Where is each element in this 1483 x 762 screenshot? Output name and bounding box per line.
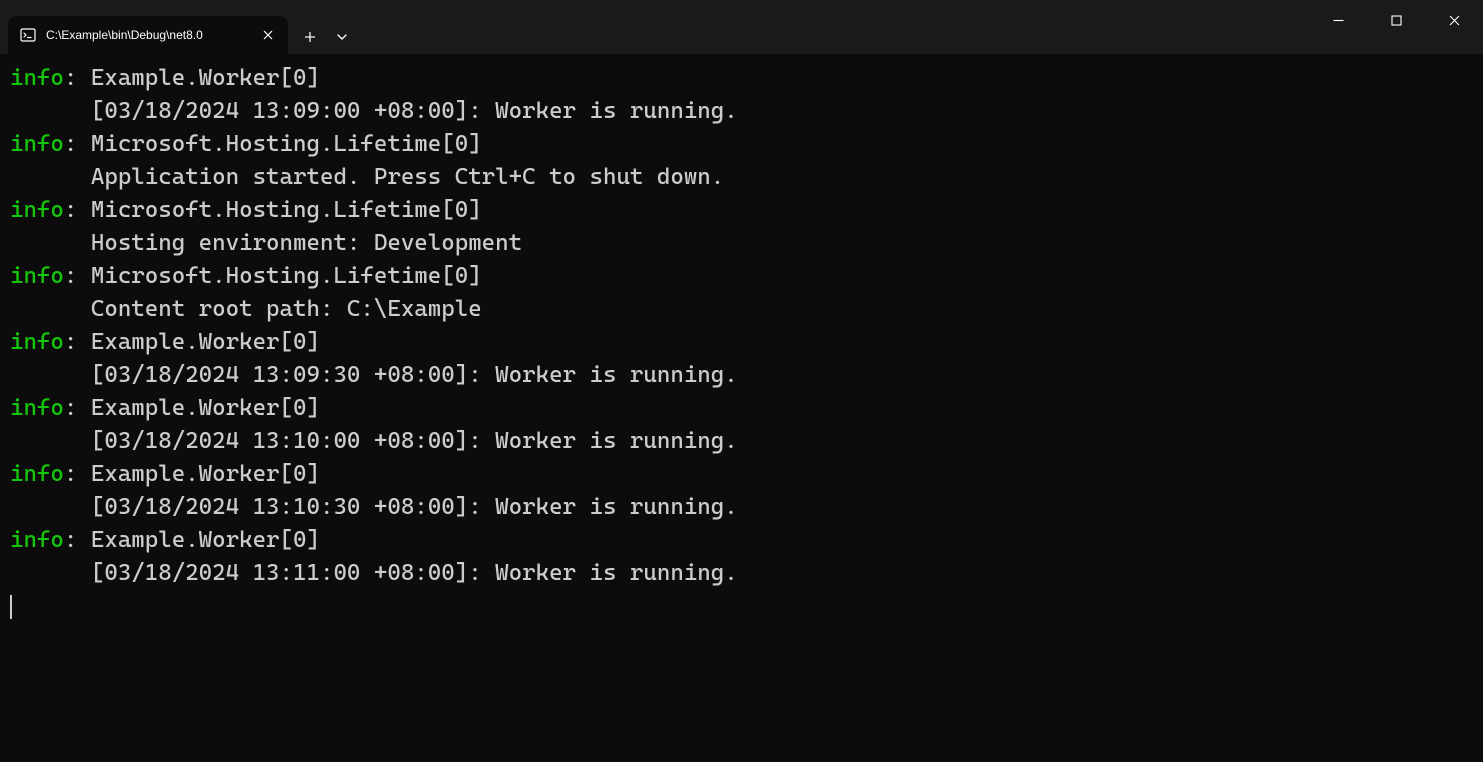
log-entry: info: Microsoft.Hosting.Lifetime[0] [10,260,1473,293]
log-separator: : [64,395,91,421]
log-message-line: Content root path: C:\Example [10,293,1473,326]
log-entry: info: Example.Worker[0] [10,62,1473,95]
log-message-line: [03/18/2024 13:10:30 +08:00]: Worker is … [10,491,1473,524]
log-level: info [10,263,64,289]
log-message-line: [03/18/2024 13:09:30 +08:00]: Worker is … [10,359,1473,392]
log-message-line: Application started. Press Ctrl+C to shu… [10,161,1473,194]
log-separator: : [64,461,91,487]
tab-area: C:\Example\bin\Debug\net8.0 [0,0,358,54]
log-entry: info: Microsoft.Hosting.Lifetime[0] [10,128,1473,161]
window-controls [1309,0,1483,40]
log-source: Microsoft.Hosting.Lifetime[0] [91,131,482,157]
log-message-line: [03/18/2024 13:10:00 +08:00]: Worker is … [10,425,1473,458]
log-entry: info: Example.Worker[0] [10,524,1473,557]
log-level: info [10,461,64,487]
log-separator: : [64,329,91,355]
log-message-line: [03/18/2024 13:11:00 +08:00]: Worker is … [10,557,1473,590]
log-source: Example.Worker[0] [91,461,320,487]
log-separator: : [64,197,91,223]
log-source: Microsoft.Hosting.Lifetime[0] [91,197,482,223]
cursor-icon [10,595,12,619]
maximize-button[interactable] [1367,0,1425,40]
log-source: Example.Worker[0] [91,395,320,421]
log-entry: info: Example.Worker[0] [10,392,1473,425]
log-separator: : [64,263,91,289]
tab-active[interactable]: C:\Example\bin\Debug\net8.0 [8,16,288,54]
log-level: info [10,527,64,553]
log-level: info [10,395,64,421]
tab-dropdown-button[interactable] [326,21,358,53]
log-separator: : [64,131,91,157]
cursor-line [10,590,1473,623]
terminal-icon [20,27,36,43]
log-level: info [10,65,64,91]
log-level: info [10,131,64,157]
log-separator: : [64,65,91,91]
log-entry: info: Example.Worker[0] [10,326,1473,359]
tab-close-button[interactable] [260,27,276,43]
log-message-line: Hosting environment: Development [10,227,1473,260]
log-level: info [10,197,64,223]
log-separator: : [64,527,91,553]
close-window-button[interactable] [1425,0,1483,40]
log-level: info [10,329,64,355]
minimize-button[interactable] [1309,0,1367,40]
log-source: Example.Worker[0] [91,65,320,91]
log-entry: info: Example.Worker[0] [10,458,1473,491]
log-source: Microsoft.Hosting.Lifetime[0] [91,263,482,289]
log-entry: info: Microsoft.Hosting.Lifetime[0] [10,194,1473,227]
terminal-output[interactable]: info: Example.Worker[0] [03/18/2024 13:0… [0,54,1483,762]
log-source: Example.Worker[0] [91,527,320,553]
title-bar: C:\Example\bin\Debug\net8.0 [0,0,1483,54]
tab-title: C:\Example\bin\Debug\net8.0 [46,28,250,42]
new-tab-button[interactable] [294,21,326,53]
log-source: Example.Worker[0] [91,329,320,355]
log-message-line: [03/18/2024 13:09:00 +08:00]: Worker is … [10,95,1473,128]
